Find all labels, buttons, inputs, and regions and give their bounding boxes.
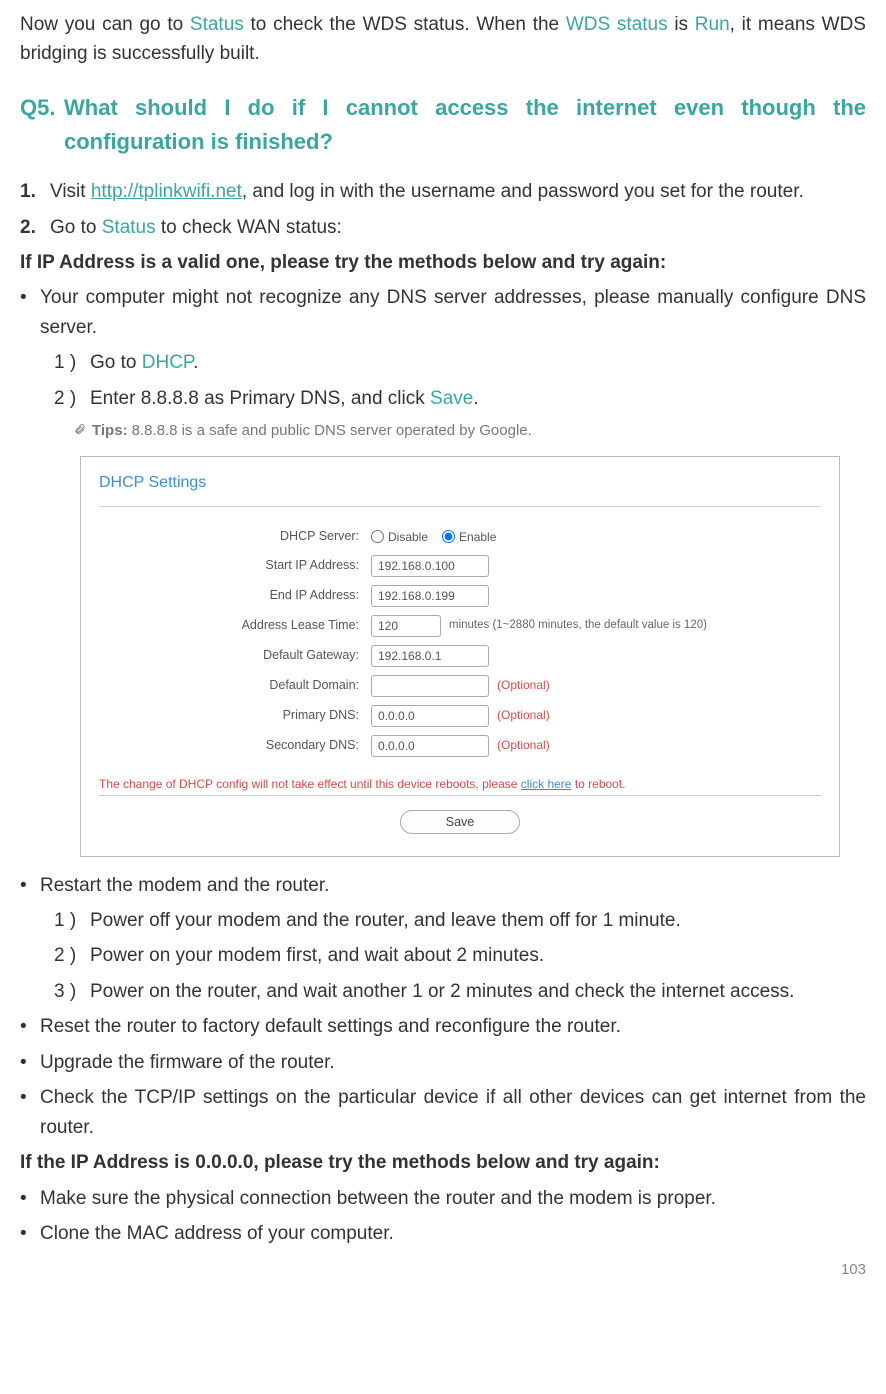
run-text: Run — [695, 14, 730, 35]
domain-input[interactable] — [371, 675, 489, 697]
reboot-warning: The change of DHCP config will not take … — [81, 769, 839, 796]
radio-enable[interactable]: Enable — [442, 528, 496, 547]
dhcp-form: DHCP Server: Disable Enable Start IP Add… — [81, 507, 839, 768]
bullet-dot-icon: • — [20, 1083, 40, 1142]
end-ip-input[interactable] — [371, 585, 489, 607]
gateway-input[interactable] — [371, 645, 489, 667]
dhcp-settings-panel: DHCP Settings DHCP Server: Disable Enabl… — [80, 456, 840, 856]
bullet-dot-icon: • — [20, 1012, 40, 1041]
bullet-tcpip: •Check the TCP/IP settings on the partic… — [20, 1083, 866, 1142]
status-link-2: Status — [102, 217, 156, 238]
q5-text: What should I do if I cannot access the … — [64, 91, 866, 159]
step-1: 1. Visit http://tplinkwifi.net, and log … — [20, 177, 866, 206]
row-start-ip: Start IP Address: — [81, 551, 839, 581]
row-lease-time: Address Lease Time: minutes (1~2880 minu… — [81, 611, 839, 641]
bullet-clone-mac: •Clone the MAC address of your computer. — [20, 1219, 866, 1248]
bullet-dot-icon: • — [20, 1219, 40, 1248]
condition-valid-ip: If IP Address is a valid one, please try… — [20, 248, 866, 277]
dhcp-link: DHCP — [142, 352, 193, 373]
bullet-dot-icon: • — [20, 283, 40, 342]
bullet-restart: • Restart the modem and the router. — [20, 871, 866, 900]
bullet-upgrade: •Upgrade the firmware of the router. — [20, 1048, 866, 1077]
paperclip-icon — [74, 419, 86, 442]
bullet-dns: • Your computer might not recognize any … — [20, 283, 866, 342]
save-link: Save — [430, 388, 473, 409]
start-ip-input[interactable] — [371, 555, 489, 577]
wds-status-text: WDS status — [566, 14, 668, 35]
bullet-reset: •Reset the router to factory default set… — [20, 1012, 866, 1041]
dhcp-panel-title: DHCP Settings — [81, 457, 839, 506]
bullet-dot-icon: • — [20, 871, 40, 900]
intro-paragraph: Now you can go to Status to check the WD… — [20, 10, 866, 69]
click-here-link[interactable]: click here — [521, 777, 572, 791]
q5-number: Q5. — [20, 91, 64, 159]
row-default-domain: Default Domain: (Optional) — [81, 671, 839, 701]
row-default-gateway: Default Gateway: — [81, 641, 839, 671]
q5-heading: Q5. What should I do if I cannot access … — [20, 91, 866, 159]
condition-zero-ip: If the IP Address is 0.0.0.0, please try… — [20, 1148, 866, 1177]
save-button[interactable]: Save — [400, 810, 520, 834]
step-2: 2. Go to Status to check WAN status: — [20, 213, 866, 242]
save-row: Save — [81, 796, 839, 855]
substep-1-2: 2 ) Enter 8.8.8.8 as Primary DNS, and cl… — [54, 384, 866, 413]
page-number: 103 — [20, 1258, 866, 1281]
bullet-physical: •Make sure the physical connection betwe… — [20, 1184, 866, 1213]
lease-time-input[interactable] — [371, 615, 441, 637]
secondary-dns-input[interactable] — [371, 735, 489, 757]
row-end-ip: End IP Address: — [81, 581, 839, 611]
substep-2-2: 2 )Power on your modem first, and wait a… — [54, 941, 866, 970]
status-link: Status — [190, 14, 244, 35]
bullet-dot-icon: • — [20, 1048, 40, 1077]
row-primary-dns: Primary DNS: (Optional) — [81, 701, 839, 731]
substep-1-1: 1 ) Go to DHCP. — [54, 348, 866, 377]
tplink-url[interactable]: http://tplinkwifi.net — [91, 181, 242, 202]
tips-line: Tips: 8.8.8.8 is a safe and public DNS s… — [74, 419, 866, 442]
substep-2-1: 1 )Power off your modem and the router, … — [54, 906, 866, 935]
radio-disable[interactable]: Disable — [371, 528, 428, 547]
substep-2-3: 3 )Power on the router, and wait another… — [54, 977, 866, 1006]
row-dhcp-server: DHCP Server: Disable Enable — [81, 523, 839, 550]
row-secondary-dns: Secondary DNS: (Optional) — [81, 731, 839, 761]
bullet-dot-icon: • — [20, 1184, 40, 1213]
primary-dns-input[interactable] — [371, 705, 489, 727]
